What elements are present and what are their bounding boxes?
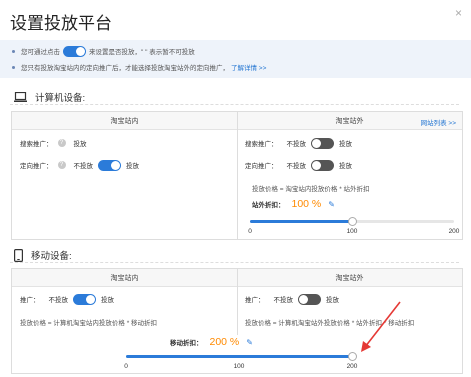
on-label: 投放 — [339, 163, 352, 170]
computer-price-formula: 投放价格 = 淘宝站内投放价格 * 站外折扣 — [252, 186, 370, 193]
notice-line-2: 您只有投放淘宝站内的定向推广后，才能选择投放淘宝站外的定向推广， 了解详情 >> — [12, 61, 266, 73]
outside-discount: 站外折扣： 100 % ✎ — [252, 198, 335, 210]
notice-text: 您可通过点击 — [21, 49, 60, 56]
slider-tick-label: 200 — [346, 363, 358, 370]
dialog-title: 设置投放平台 — [10, 14, 112, 33]
site-list-link[interactable]: 网站列表 >> — [421, 117, 456, 127]
edit-icon[interactable]: ✎ — [246, 338, 253, 347]
slider-tick-label: 100 — [346, 228, 358, 235]
bullet-icon — [12, 65, 15, 69]
help-icon[interactable]: ? — [57, 161, 66, 169]
slider-thumb[interactable] — [348, 352, 357, 361]
on-label: 投放 — [101, 297, 114, 304]
discount-label: 站外折扣： — [252, 202, 285, 209]
mobile-inner-toggle[interactable] — [73, 293, 96, 305]
toggle-example-icon — [63, 45, 86, 57]
divider — [10, 104, 459, 105]
off-label: 不投放 — [48, 297, 69, 304]
mobile-inner-header: 淘宝站内 — [12, 269, 237, 287]
computer-icon — [14, 91, 27, 102]
column-title: 淘宝站外 — [335, 117, 364, 125]
computer-targeted-toggle[interactable] — [98, 159, 121, 171]
discount-label: 移动折扣： — [170, 340, 203, 347]
slider-tick-label: 0 — [124, 363, 128, 370]
notice-line-1: 您可通过点击 来设置是否投放，" " 表示暂不可投放 — [12, 45, 195, 57]
computer-outer-targeted-toggle[interactable] — [311, 159, 334, 171]
notice-text: 来设置是否投放，" " 表示暂不可投放 — [89, 49, 195, 56]
computer-search-row: 搜索推广： ? 投放 — [20, 137, 92, 149]
search-status: 投放 — [73, 141, 87, 148]
off-label: 不投放 — [286, 163, 307, 170]
mobile-outer-formula: 投放价格 = 计算机淘宝站外投放价格 * 站外折扣 * 移动折扣 — [245, 320, 415, 327]
targeted-label: 定向推广： — [20, 163, 53, 170]
learn-more-link[interactable]: 了解详情 >> — [231, 62, 266, 72]
mobile-heading: 移动设备: — [31, 251, 72, 262]
notice-box: 您可通过点击 来设置是否投放，" " 表示暂不可投放 您只有投放淘宝站内的定向推… — [0, 40, 471, 78]
targeted-label: 定向推广： — [245, 163, 278, 170]
on-label: 投放 — [326, 297, 339, 304]
mobile-discount: 移动折扣： 200 % ✎ — [170, 336, 253, 348]
slider-tick-label: 0 — [248, 228, 252, 235]
notice-text: 您只有投放淘宝站内的定向推广后，才能选择投放淘宝站外的定向推广， — [21, 65, 229, 72]
on-label: 投放 — [339, 141, 352, 148]
slider-thumb[interactable] — [348, 217, 357, 226]
discount-value: 200 % — [209, 336, 240, 348]
discount-value: 100 % — [291, 198, 322, 210]
computer-inner-header: 淘宝站内 — [12, 112, 237, 130]
divider — [10, 262, 459, 263]
mobile-section-header: 移动设备: — [14, 248, 72, 262]
computer-outer-targeted-row: 定向推广： 不投放 投放 — [245, 159, 357, 171]
mobile-inner-formula: 投放价格 = 计算机淘宝站内投放价格 * 移动折扣 — [20, 320, 158, 327]
promotion-label: 推广： — [245, 297, 265, 304]
on-label: 投放 — [126, 163, 139, 170]
edit-icon[interactable]: ✎ — [328, 200, 335, 209]
computer-outer-search-toggle[interactable] — [311, 137, 334, 149]
bullet-icon — [12, 49, 15, 53]
mobile-discount-slider[interactable] — [126, 352, 357, 361]
off-label: 不投放 — [73, 163, 94, 170]
mobile-phone-icon — [14, 248, 23, 262]
computer-outer-search-row: 搜索推广： 不投放 投放 — [245, 137, 357, 149]
column-divider — [237, 112, 238, 239]
slider-fill — [126, 355, 352, 358]
outside-discount-slider[interactable] — [250, 217, 454, 226]
off-label: 不投放 — [273, 297, 294, 304]
slider-tick-label: 200 — [448, 228, 460, 235]
close-icon[interactable]: × — [455, 6, 462, 20]
help-icon[interactable]: ? — [57, 139, 66, 147]
mobile-panel: 淘宝站内 淘宝站外 推广： 不投放 投放 推广： 不投放 投放 投放价格 = 计… — [11, 268, 463, 374]
computer-targeted-row: 定向推广： ? 不投放 投放 — [20, 159, 144, 171]
computer-section-header: 计算机设备: — [14, 90, 85, 104]
search-label: 搜索推广： — [20, 141, 53, 148]
search-label: 搜索推广： — [245, 141, 278, 148]
computer-heading: 计算机设备: — [35, 93, 86, 104]
mobile-outer-row: 推广： 不投放 投放 — [245, 293, 344, 305]
column-divider — [237, 269, 238, 335]
slider-tick-label: 100 — [233, 363, 245, 370]
slider-fill — [250, 220, 352, 223]
column-title: 淘宝站内 — [110, 274, 139, 282]
computer-panel: 淘宝站内 淘宝站外 网站列表 >> 搜索推广： ? 投放 定向推广： ? 不投放… — [11, 111, 463, 240]
promotion-label: 推广： — [20, 297, 40, 304]
mobile-outer-header: 淘宝站外 — [237, 269, 462, 287]
mobile-inner-row: 推广： 不投放 投放 — [20, 293, 119, 305]
column-title: 淘宝站外 — [335, 274, 364, 282]
mobile-outer-toggle[interactable] — [298, 293, 321, 305]
off-label: 不投放 — [286, 141, 307, 148]
column-title: 淘宝站内 — [110, 117, 139, 125]
